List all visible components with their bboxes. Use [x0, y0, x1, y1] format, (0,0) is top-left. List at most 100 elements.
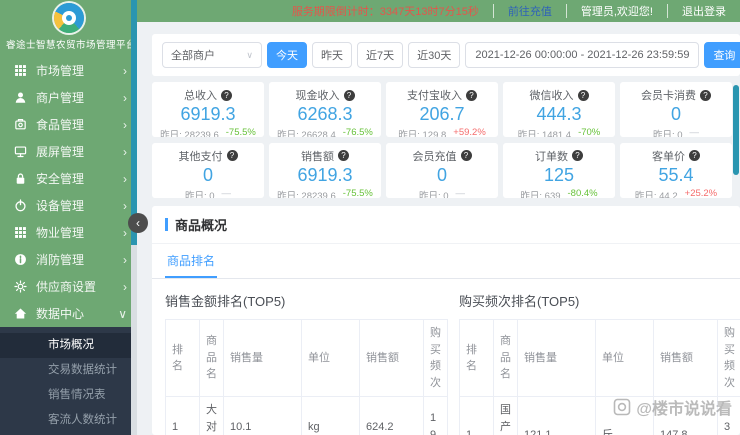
- stat-card-membercard-spend: 会员卡消费? 0 昨日: 0 —: [620, 82, 732, 137]
- sidebar-item-property[interactable]: 物业管理 ›: [0, 219, 137, 246]
- submenu-item-market-overview[interactable]: 市场概况: [0, 333, 137, 358]
- sidebar-item-label: 设备管理: [36, 199, 85, 213]
- filter-bar: 全部商户 ∨ 今天 昨天 近7天 近30天 2021-12-26 00:00:0…: [152, 34, 740, 76]
- help-icon[interactable]: ?: [466, 89, 477, 101]
- range-30days-button[interactable]: 近30天: [408, 42, 461, 68]
- stat-change: -70%: [578, 127, 601, 137]
- stat-card-avg-order-value: 客单价? 55.4 昨日: 44.2 +25.2%: [620, 142, 732, 198]
- chevron-right-icon: ›: [123, 63, 127, 78]
- stat-value: 6919.3: [180, 104, 236, 124]
- help-icon[interactable]: ?: [689, 150, 700, 161]
- stat-value: 0: [202, 164, 213, 185]
- sidebar-item-label: 消防管理: [36, 253, 85, 267]
- stat-yesterday: 昨日: 0: [652, 130, 683, 137]
- cell-product-name: 国产水果: [493, 396, 518, 435]
- stat-card-total-income: 总收入? 6919.3 昨日: 28239.6 -75.5%: [152, 82, 264, 137]
- date-range-input[interactable]: 2021-12-26 00:00:00 - 2021-12-26 23:59:5…: [465, 42, 700, 68]
- help-icon[interactable]: ?: [577, 89, 589, 101]
- main-content: 全部商户 ∨ 今天 昨天 近7天 近30天 2021-12-26 00:00:0…: [137, 22, 740, 435]
- sidebar-scrollbar-thumb[interactable]: [131, 0, 137, 245]
- stat-card-sales-amount: 销售额? 6919.3 昨日: 28239.6 -75.5%: [269, 142, 381, 198]
- brand: 睿途士智慧农贸市场管理平台: [0, 0, 137, 57]
- tab-product-ranking[interactable]: 商品排名: [165, 244, 218, 278]
- chevron-right-icon: ›: [123, 90, 127, 105]
- sidebar-item-market[interactable]: 市场管理 ›: [0, 57, 137, 84]
- stat-yesterday: 昨日: 0: [418, 190, 449, 198]
- stat-title: 会员卡消费: [641, 90, 696, 102]
- chevron-right-icon: ›: [123, 117, 127, 132]
- recharge-link[interactable]: 前往充值: [492, 4, 566, 18]
- stat-value: 125: [543, 164, 575, 185]
- help-icon[interactable]: ?: [226, 150, 238, 161]
- power-icon: [14, 199, 27, 212]
- stat-change: -80.4%: [567, 187, 598, 198]
- help-icon[interactable]: ?: [460, 150, 472, 161]
- sidebar-collapse-button[interactable]: ‹: [128, 213, 148, 233]
- range-7days-button[interactable]: 近7天: [357, 42, 404, 68]
- help-icon[interactable]: ?: [221, 89, 232, 101]
- section-title: 商品概况: [175, 218, 228, 233]
- collapse-icon: ‹: [136, 216, 140, 230]
- range-yesterday-button[interactable]: 昨天: [312, 42, 352, 68]
- table-title: 销售金额排名(TOP5): [165, 294, 286, 309]
- welcome-user[interactable]: 管理员,欢迎您!: [565, 4, 667, 18]
- col-sales-qty: 销售量: [223, 319, 302, 397]
- stat-title: 会员充值: [412, 150, 457, 163]
- stat-change: —: [455, 187, 466, 198]
- merchant-select[interactable]: 全部商户 ∨: [162, 42, 262, 68]
- sidebar-item-datacenter[interactable]: 数据中心 ∨: [0, 300, 137, 327]
- sidebar-item-security[interactable]: 安全管理 ›: [0, 165, 137, 192]
- help-icon[interactable]: ?: [338, 150, 349, 161]
- box-icon: [14, 118, 27, 131]
- sidebar-item-supplier[interactable]: 供应商设置 ›: [0, 273, 137, 300]
- col-product-name: 商品名: [493, 319, 518, 397]
- chevron-right-icon: ›: [123, 225, 127, 240]
- col-rank: 排名: [165, 319, 200, 397]
- help-icon[interactable]: ?: [572, 150, 583, 161]
- stat-yesterday: 昨日: 639: [520, 190, 561, 198]
- stat-change: -75.5%: [342, 187, 373, 198]
- range-today-button[interactable]: 今天: [267, 42, 307, 68]
- grid-icon: [14, 226, 27, 239]
- lock-icon: [14, 172, 27, 185]
- submenu-item-visitor-stats[interactable]: 客流人数统计: [0, 408, 137, 433]
- cell-sales-amount: 624.2: [359, 396, 424, 435]
- sidebar-item-device[interactable]: 设备管理 ›: [0, 192, 137, 219]
- merchant-select-value: 全部商户: [171, 50, 215, 62]
- cell-rank: 1: [459, 396, 494, 435]
- submenu-item-sales-report[interactable]: 销售情况表: [0, 383, 137, 408]
- page-scrollbar-thumb[interactable]: [733, 85, 739, 175]
- stat-value: 0: [436, 164, 447, 185]
- ranking-tables: 销售金额排名(TOP5) 排名 商品名 销售量 单位 销售额 购买频次 1 大对…: [152, 279, 740, 435]
- stat-value: 6268.3: [297, 104, 353, 124]
- sidebar-item-screen[interactable]: 展屏管理 ›: [0, 138, 137, 165]
- col-unit: 单位: [595, 319, 654, 397]
- col-product-name: 商品名: [199, 319, 224, 397]
- chevron-right-icon: ›: [123, 171, 127, 186]
- sidebar-item-label: 食品管理: [36, 118, 85, 132]
- help-icon[interactable]: ?: [700, 89, 711, 101]
- chevron-right-icon: ›: [123, 144, 127, 159]
- select-caret-icon: ∨: [246, 49, 253, 60]
- logout-button[interactable]: 退出登录: [667, 4, 740, 18]
- stat-value: 206.7: [419, 104, 465, 124]
- stat-change: —: [221, 187, 232, 198]
- section-header: 商品概况: [152, 206, 740, 244]
- search-button[interactable]: 查询: [704, 42, 740, 68]
- chevron-down-icon: ∨: [118, 306, 127, 321]
- table-row: 1 国产水果 121.1 斤 147.8 32: [459, 396, 740, 435]
- top-bar: 服务期限倒计时：3347天13时7分15秒 前往充值 管理员,欢迎您! 退出登录: [137, 0, 740, 22]
- brand-name: 睿途士智慧农贸市场管理平台: [6, 40, 137, 51]
- stat-title: 销售额: [301, 150, 334, 163]
- sidebar-item-fire[interactable]: 消防管理 ›: [0, 246, 137, 273]
- buy-frequency-ranking: 购买频次排名(TOP5) 排名 商品名 销售量 单位 销售额 购买频次 1 国产…: [459, 281, 740, 435]
- table-title: 购买频次排名(TOP5): [459, 294, 580, 309]
- stat-change: -76.5%: [342, 127, 373, 137]
- submenu-item-trade-stats[interactable]: 交易数据统计: [0, 358, 137, 383]
- sales-amount-ranking: 销售金额排名(TOP5) 排名 商品名 销售量 单位 销售额 购买频次 1 大对…: [165, 281, 448, 435]
- sidebar-item-merchant[interactable]: 商户管理 ›: [0, 84, 137, 111]
- stat-yesterday: 昨日: 0: [184, 190, 215, 198]
- help-icon[interactable]: ?: [343, 89, 355, 101]
- sidebar-item-food[interactable]: 食品管理 ›: [0, 111, 137, 138]
- stat-yesterday: 昨日: 28239.6: [277, 190, 336, 198]
